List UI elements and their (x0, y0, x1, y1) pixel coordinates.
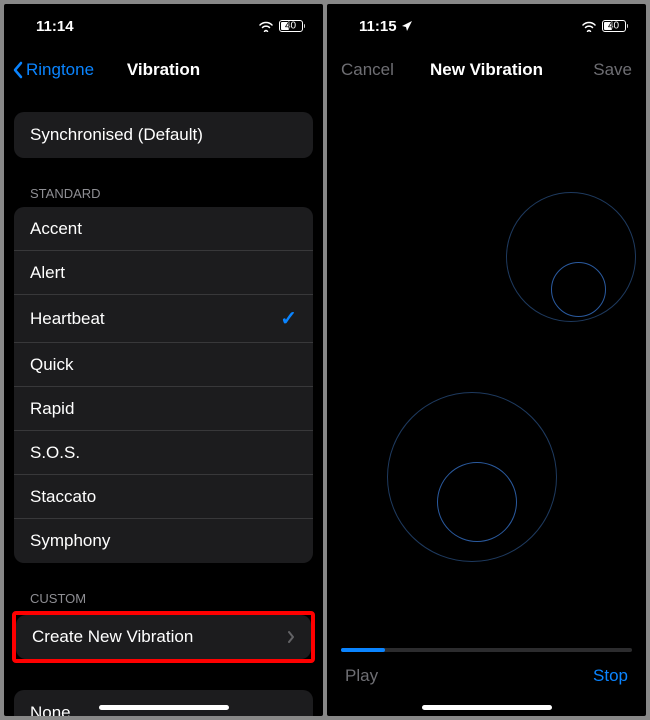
standard-header: STANDARD (14, 158, 313, 207)
vibration-option-staccato[interactable]: Staccato (14, 475, 313, 519)
vibration-option-accent[interactable]: Accent (14, 207, 313, 251)
wifi-icon (258, 20, 274, 32)
vibration-option-sos[interactable]: S.O.S. (14, 431, 313, 475)
wifi-icon (581, 20, 597, 32)
status-time: 11:14 (36, 18, 74, 35)
status-time: 11:15 (359, 18, 397, 35)
page-title: Vibration (127, 60, 200, 80)
default-vibration-label: Synchronised (Default) (30, 125, 203, 145)
vibration-option-quick[interactable]: Quick (14, 343, 313, 387)
progress-fill (341, 648, 385, 652)
none-cell[interactable]: None (14, 690, 313, 716)
play-button[interactable]: Play (345, 666, 378, 686)
battery-icon: 40 (279, 20, 306, 32)
touch-ripple-icon (551, 262, 606, 317)
highlight-box: Create New Vibration (12, 611, 315, 663)
phone-left: 11:14 40 Ringtone Vibration Synchronised… (4, 4, 323, 716)
vibration-option-rapid[interactable]: Rapid (14, 387, 313, 431)
vibration-record-area[interactable] (327, 92, 646, 648)
nav-bar: Cancel New Vibration Save (327, 48, 646, 92)
default-vibration-cell[interactable]: Synchronised (Default) (14, 112, 313, 158)
page-title: New Vibration (430, 60, 543, 80)
back-button[interactable]: Ringtone (12, 60, 94, 80)
vibration-option-heartbeat[interactable]: Heartbeat✓ (14, 295, 313, 343)
phone-right: 11:15 40 Cancel New Vibration Save Play … (327, 4, 646, 716)
touch-ripple-icon (437, 462, 517, 542)
location-icon (401, 20, 413, 32)
vibration-option-alert[interactable]: Alert (14, 251, 313, 295)
standard-group: Accent Alert Heartbeat✓ Quick Rapid S.O.… (14, 207, 313, 563)
cancel-button[interactable]: Cancel (341, 60, 394, 80)
home-indicator[interactable] (99, 705, 229, 710)
vibration-option-symphony[interactable]: Symphony (14, 519, 313, 563)
chevron-right-icon (287, 630, 295, 644)
chevron-left-icon (12, 60, 24, 80)
vibration-progress-bar (341, 648, 632, 652)
stop-button[interactable]: Stop (593, 666, 628, 686)
status-bar: 11:14 40 (4, 4, 323, 48)
create-new-vibration-button[interactable]: Create New Vibration (16, 615, 311, 659)
none-label: None (30, 703, 71, 716)
back-label: Ringtone (26, 60, 94, 80)
custom-header: CUSTOM (14, 563, 313, 612)
status-bar: 11:15 40 (327, 4, 646, 48)
home-indicator[interactable] (422, 705, 552, 710)
checkmark-icon: ✓ (280, 306, 297, 331)
battery-icon: 40 (602, 20, 629, 32)
nav-bar: Ringtone Vibration (4, 48, 323, 92)
save-button[interactable]: Save (593, 60, 632, 80)
